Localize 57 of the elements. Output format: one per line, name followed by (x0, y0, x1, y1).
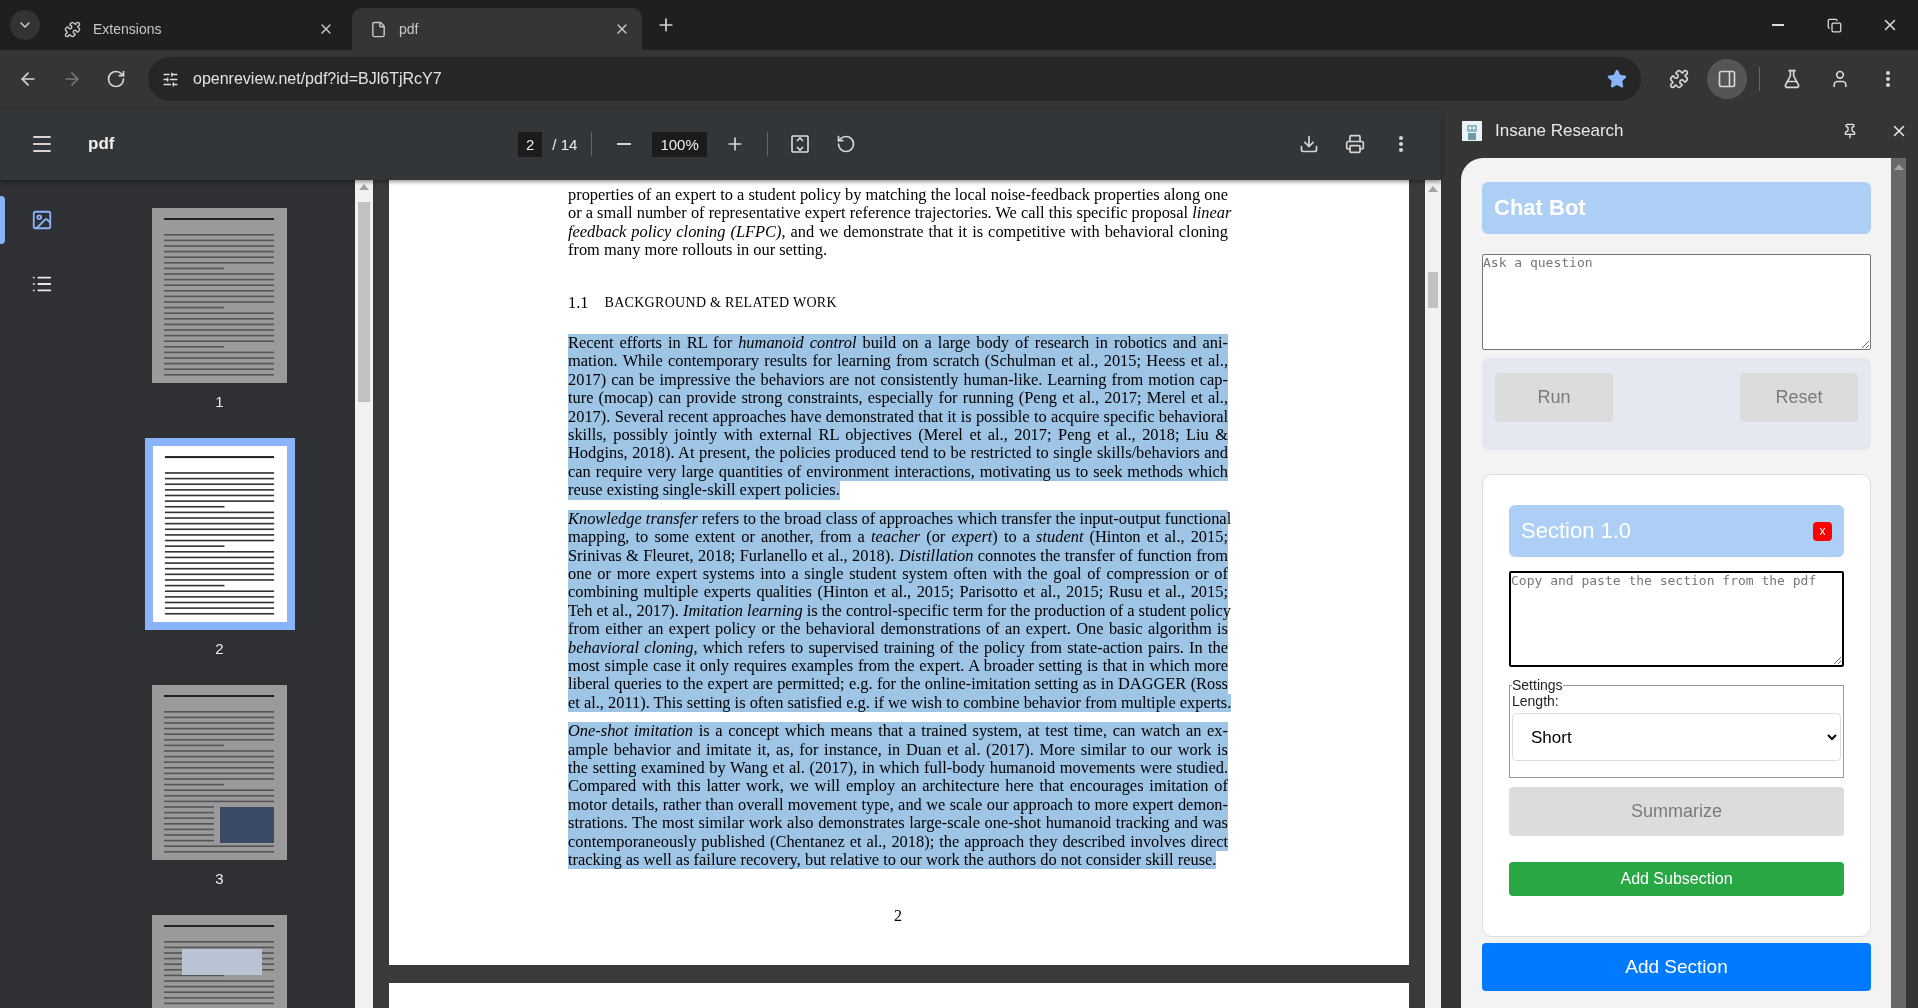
scrollbar[interactable] (1425, 180, 1441, 1008)
page-field[interactable]: 2 (518, 131, 543, 157)
scrollbar[interactable] (1891, 158, 1906, 1008)
rotate-icon (835, 134, 856, 154)
tab-title: Extensions (93, 21, 163, 37)
chat-bot-header: Chat Bot (1482, 182, 1871, 234)
reload-icon (106, 69, 126, 89)
robot-icon (1461, 120, 1483, 142)
tab-title: pdf (399, 21, 420, 37)
remove-button[interactable]: x (1813, 521, 1832, 541)
file-icon (370, 20, 387, 38)
image-icon (31, 209, 53, 231)
settings-legend: Settings (1512, 677, 1563, 693)
page-thumbnail[interactable] (152, 208, 287, 383)
tab-search-button[interactable] (10, 10, 40, 40)
thumbnail-number: 1 (215, 393, 224, 410)
question-field[interactable]: Ask a question (1482, 254, 1871, 350)
page-number: 2 (893, 907, 903, 926)
zoom-field[interactable]: 100% (652, 131, 707, 157)
side-panel-button[interactable] (1707, 59, 1747, 99)
paragraph: One-shot imitation is a concept which means that a trained system, at test time, can watch an ex- ample behavior and imitate it, as, for instance, in Duan et al. (2017). More similar to our work is the setting examined by Wang et al. (2017), in which full-body humanoid movements were studied. Compared with this latter work, we will employ an architecture here that encourages imitation of motor details, rather than overall movement type, and we scale our approach to more expert demon- strations. The most similar work also demonstrates large-scale one-shot humanoid tracking and was contemporaneously published (Chentanez et al., 2018); the approach they described involves direct tracking as well as failure recovery, but relative to our work the authors do not consider skill reuse. (568, 722, 1228, 870)
length-select[interactable]: Short (1512, 713, 1841, 761)
fit-page-icon (789, 134, 810, 154)
address-bar[interactable]: openreview.net/pdf?id=BJl6TjRcY7 (148, 57, 1641, 101)
add-section-button[interactable]: Add Section (1482, 943, 1871, 991)
more-icon (1886, 71, 1890, 87)
section-title: Section 1.0 (1521, 518, 1632, 544)
person-icon (1830, 69, 1850, 89)
document-title: pdf (88, 134, 116, 154)
thumbnail-number: 3 (215, 870, 224, 887)
page-thumbnail[interactable] (152, 685, 287, 860)
section-number: 1.1 (568, 293, 589, 313)
browser-tab[interactable]: Extensions (46, 8, 346, 50)
puzzle-icon (64, 20, 81, 38)
url-text: openreview.net/pdf?id=BJl6TjRcY7 (193, 70, 443, 88)
paragraph: Recent efforts in RL for humanoid control build on a large body of research in robotics and ani- mation. While contemporary results for learning from scratch (Schulman et al., 2015; Heess et al., 2017) can be impressive the behaviors are not consistently human-like. Learning from motion cap- ture (mocap) can provide strong constraints, especially for running (Peng et al., 2017; Merel et al., 2017). Several recent approaches have demonstrated that it is possible to acquire specific behavioral skills, possibly jointly with external RL objectives (Merel et al., 2017; Peng et al., 2018; Liu & Hodgins, 2018). At present, the policies produced tend to be restricted to single skills/behaviors and can require very large quantities of environment interactions, motivating us to seek methods which reuse existing single-skill expert policies. (568, 334, 1228, 500)
bookmark-star-icon[interactable] (1607, 69, 1627, 89)
more-icon (1399, 136, 1403, 152)
minimize-icon (1772, 24, 1784, 26)
section-field[interactable]: Copy and paste the section from the pdf (1509, 571, 1844, 667)
thumbnail-number: 2 (215, 640, 224, 657)
pin-icon[interactable] (1842, 123, 1858, 139)
panel-title: Insane Research (1495, 121, 1625, 141)
page-count: / 14 (552, 135, 578, 153)
length-label: Length: (1512, 693, 1560, 709)
browser-tab[interactable]: pdf (352, 8, 642, 50)
scrollbar[interactable] (355, 180, 373, 1008)
page-thumbnail[interactable] (144, 438, 295, 630)
section-heading: BACKGROUND & RELATED WORK (604, 293, 837, 312)
download-icon (1299, 134, 1319, 154)
puzzle-icon (1669, 69, 1689, 89)
site-info-icon[interactable] (162, 70, 179, 88)
flask-icon (1782, 69, 1802, 89)
side-panel-icon (1717, 69, 1737, 89)
restore-icon (1826, 17, 1842, 33)
minus-icon (617, 143, 632, 145)
printer-icon (1345, 134, 1365, 154)
